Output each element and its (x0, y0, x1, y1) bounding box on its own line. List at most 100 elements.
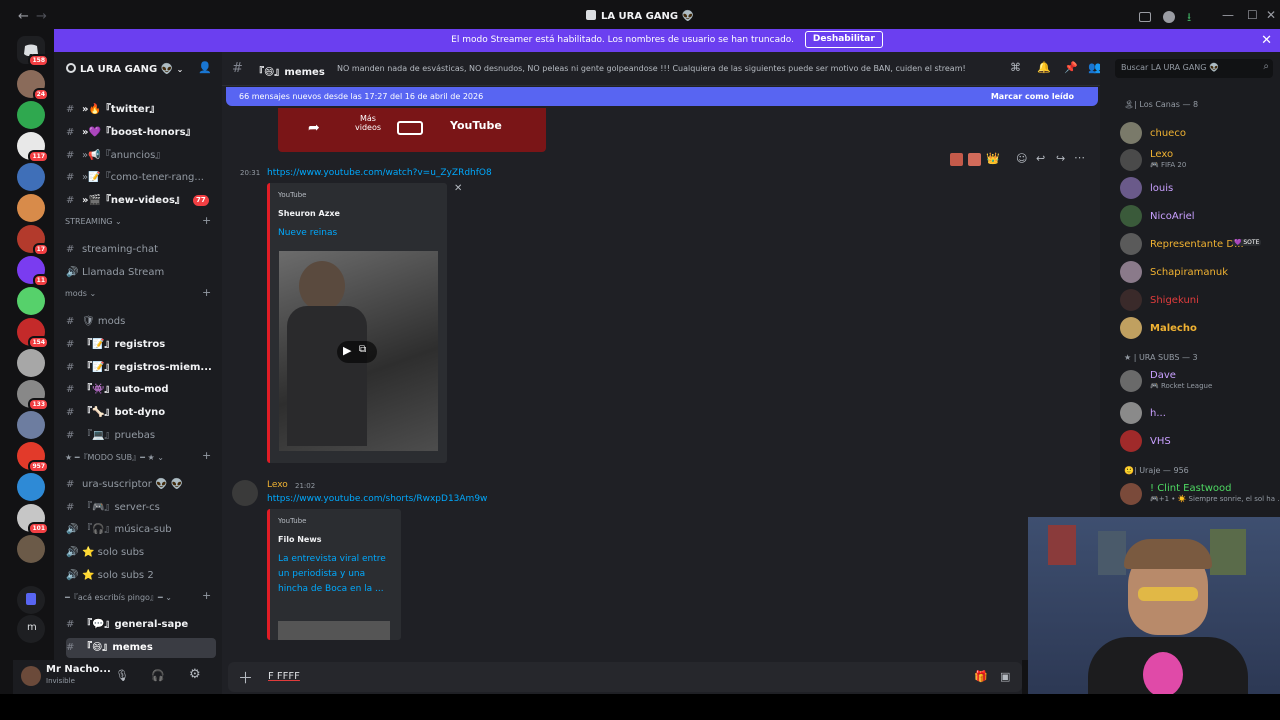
channel-item[interactable]: 🔊 ⭐ solo subs 2 (66, 566, 216, 586)
reply-icon[interactable]: ↩ (1036, 152, 1045, 165)
message-author[interactable]: Lexo (267, 480, 288, 490)
channel-category[interactable]: ━『acá escribís pingo』━ ⌄ + (65, 589, 211, 603)
gift-icon[interactable]: 🎁 (974, 670, 988, 683)
channel-topic[interactable]: NO manden nada de esvásticas, NO desnudo… (337, 64, 967, 73)
server-icon[interactable] (17, 349, 45, 377)
member-item[interactable]: Dave 🎮 Rocket League (1120, 370, 1280, 394)
pin-icon[interactable]: 📌 (1064, 61, 1078, 74)
server-icon[interactable]: 24 (17, 70, 49, 101)
channel-item[interactable]: # 『😄』memes (66, 638, 216, 658)
channel-item[interactable]: 🔊 『🎧』música-sub (66, 520, 216, 540)
server-icon[interactable] (17, 411, 45, 439)
play-icon[interactable]: ▶ (343, 344, 351, 357)
channel-item[interactable]: # »🔥『twitter』 (66, 100, 216, 120)
member-item[interactable]: louis (1120, 177, 1280, 201)
add-reaction-icon[interactable]: ☺ (1016, 152, 1027, 165)
channel-item[interactable]: # streaming-chat (66, 240, 216, 260)
threads-icon[interactable]: ⌘ (1010, 61, 1021, 74)
close-window-icon[interactable]: ✕ (1266, 8, 1276, 22)
server-icon[interactable]: 17 (17, 225, 49, 256)
watch-later-icon[interactable] (397, 121, 423, 135)
server-icon[interactable]: m (17, 615, 45, 643)
download-icon[interactable]: ⭳ (1187, 8, 1191, 29)
server-icon[interactable] (17, 535, 45, 563)
more-videos-label[interactable]: Más videos (353, 114, 383, 132)
message-link[interactable]: https://www.youtube.com/watch?v=u_ZyZRdh… (267, 168, 492, 178)
channel-category[interactable]: mods ⌄ + (65, 286, 211, 299)
channel-item[interactable]: 🔊 ⭐ solo subs (66, 543, 216, 563)
channel-category[interactable]: ★ ━『MODO SUB』━ ★ ⌄ + (65, 449, 211, 463)
add-channel-icon[interactable]: + (202, 449, 211, 462)
member-item[interactable]: Representante D... 💜 SOTE (1120, 233, 1280, 257)
channel-item[interactable]: # 『💬』general-sape (66, 615, 216, 635)
member-item[interactable]: VHS (1120, 430, 1280, 454)
mark-as-read-button[interactable]: Marcar como leído (991, 87, 1074, 106)
server-icon[interactable]: 957 (17, 442, 49, 473)
add-channel-icon[interactable]: + (202, 589, 211, 602)
inbox-icon[interactable] (1139, 12, 1151, 22)
youtube-logo[interactable]: YouTube (450, 119, 502, 132)
new-messages-bar[interactable]: 66 mensajes nuevos desde las 17:27 del 1… (226, 87, 1098, 106)
server-icon[interactable]: 11 (17, 256, 49, 287)
message-input-box[interactable]: ＋ F FFFF 🎁 ▣ (228, 662, 1022, 692)
server-icon[interactable]: 101 (17, 504, 49, 535)
minimize-icon[interactable]: — (1222, 8, 1234, 22)
server-icon[interactable]: 154 (17, 318, 49, 349)
server-icon[interactable] (17, 473, 45, 501)
server-icon[interactable]: 133 (17, 380, 49, 411)
add-channel-icon[interactable]: + (202, 214, 211, 227)
embed-title[interactable]: Nueve reinas (278, 228, 337, 238)
reaction-emoji[interactable] (950, 153, 963, 166)
channel-item[interactable]: # 『💻』pruebas (66, 426, 216, 446)
reaction-emoji[interactable] (968, 153, 981, 166)
direct-messages-button[interactable]: 158 (17, 36, 49, 67)
headphones-icon[interactable]: 🎧 (151, 669, 165, 682)
channel-item[interactable]: # »📝『como-tener-rang... (66, 168, 216, 188)
server-icon[interactable] (17, 194, 45, 222)
settings-icon[interactable]: ⚙ (189, 667, 201, 682)
share-icon[interactable]: ➦ (308, 120, 320, 136)
channel-item[interactable]: 🔊 Llamada Stream (66, 263, 216, 283)
add-attachment-icon[interactable]: ＋ (238, 667, 253, 688)
channel-item[interactable]: # »📢『anuncios』 (66, 146, 216, 166)
add-member-icon[interactable]: 👤 (198, 61, 212, 74)
search-bar[interactable]: Buscar LA URA GANG 👽 ⌕ (1115, 59, 1273, 78)
reaction-emoji[interactable]: 👑 (986, 152, 1000, 165)
microphone-icon[interactable]: 🎙 (115, 669, 129, 682)
previous-video-embed[interactable]: ➦ Más videos YouTube (278, 108, 546, 152)
channel-item[interactable]: # 『🎮』server-cs (66, 498, 216, 518)
embed-title[interactable]: La entrevista viral entre un periodista … (278, 552, 393, 597)
search-icon[interactable]: ⌕ (1263, 61, 1269, 72)
embed-author[interactable]: Filo News (278, 535, 322, 544)
member-item[interactable]: chueco (1120, 122, 1280, 146)
banner-close-icon[interactable]: ✕ (1261, 29, 1272, 52)
message-input[interactable]: F FFFF (268, 671, 300, 682)
server-icon[interactable] (17, 163, 45, 191)
channel-item[interactable]: # ura-suscriptor 👽 👽 (66, 475, 216, 495)
server-icon[interactable] (17, 101, 45, 129)
forward-icon[interactable]: ↪ (1056, 152, 1065, 165)
member-item[interactable]: Shigekuni (1120, 289, 1280, 313)
close-embed-icon[interactable]: ✕ (454, 183, 462, 194)
channel-item[interactable]: # 『📝』registros-miem... (66, 358, 216, 378)
guild-header[interactable]: LA URA GANG 👽 ⌄ (66, 63, 183, 75)
member-item[interactable]: ! Clint Eastwood 🎮+1 • ☀️ Siempre sonrie,… (1120, 483, 1280, 507)
notification-bell-icon[interactable]: 🔔 (1037, 61, 1051, 74)
channel-item[interactable]: # »💜『boost-honors』 (66, 123, 216, 143)
avatar[interactable] (21, 666, 41, 686)
member-item[interactable]: Lexo 🎮 FIFA 20 (1120, 149, 1280, 173)
more-options-icon[interactable]: ⋯ (1074, 151, 1085, 164)
message-link[interactable]: https://www.youtube.com/shorts/RwxpD13Am… (267, 494, 487, 504)
help-icon[interactable] (1163, 11, 1175, 23)
channel-category[interactable]: STREAMING ⌄ + (65, 214, 211, 227)
video-thumbnail[interactable] (278, 621, 390, 640)
channel-item[interactable]: # 『🦴』bot-dyno (66, 403, 216, 423)
play-button[interactable]: ▶ ⧉ (337, 341, 377, 363)
avatar[interactable] (232, 480, 258, 506)
open-external-icon[interactable]: ⧉ (359, 344, 366, 355)
add-server-button[interactable] (17, 586, 45, 614)
member-item[interactable]: NicoAriel (1120, 205, 1280, 229)
channel-item[interactable]: # 🛡 mods (66, 312, 216, 332)
embed-author[interactable]: Sheuron Azxe (278, 209, 340, 218)
add-channel-icon[interactable]: + (202, 286, 211, 299)
